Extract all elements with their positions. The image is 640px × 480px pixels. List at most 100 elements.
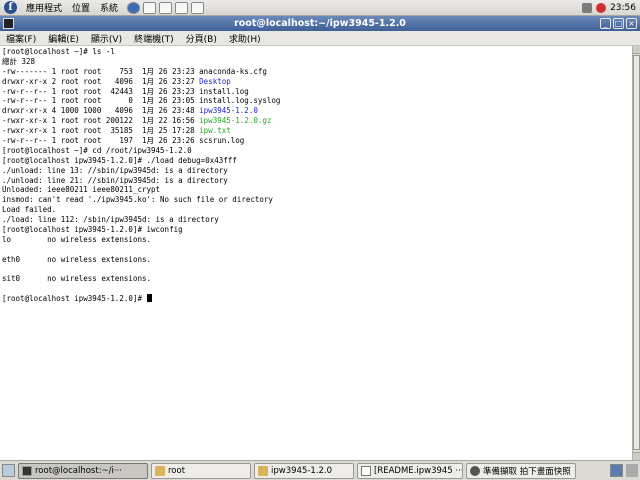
show-desktop-icon[interactable]	[2, 464, 15, 477]
terminal-line: ./load: line 112: /sbin/ipw3945d: is a d…	[2, 215, 630, 225]
terminal-line: -rw-r--r-- 1 root root 197 1月 26 23:26 s…	[2, 136, 630, 146]
maximize-button[interactable]: □	[613, 18, 624, 29]
terminal-file-name: ipw3945-1.2.0	[199, 106, 258, 116]
terminal-cursor	[146, 294, 152, 303]
terminal-line: [root@localhost ipw3945-1.2.0]# ./load d…	[2, 156, 630, 166]
terminal-line: [root@localhost ~]# ls -l	[2, 47, 630, 57]
close-button[interactable]: ×	[626, 18, 637, 29]
terminal-line: -rw-r--r-- 1 root root 42443 1月 26 23:23…	[2, 87, 630, 97]
update-notifier-icon[interactable]	[596, 2, 607, 13]
terminal-line-text: [root@localhost ipw3945-1.2.0]#	[2, 294, 147, 304]
taskbar-task-button[interactable]: [README.ipw3945 ···	[357, 462, 463, 479]
fedora-logo-icon[interactable]: f	[4, 1, 17, 14]
minimize-button[interactable]: _	[600, 18, 611, 29]
terminal-line: Load failed.	[2, 205, 630, 215]
scroll-up-arrow[interactable]	[633, 46, 640, 54]
terminal-output[interactable]: [root@localhost ~]# ls -l 總計 328 -rw------…	[0, 46, 632, 460]
terminal-icon	[22, 465, 32, 476]
terminal-line-text: sit0 no wireless extensions.	[2, 274, 152, 284]
window-title-bar[interactable]: root@localhost:~/ipw3945-1.2.0 _ □ ×	[0, 16, 640, 31]
taskbar-task-button[interactable]: root@localhost:~/i···	[18, 462, 148, 479]
terminal-line-text: [root@localhost ipw3945-1.2.0]# iwconfig	[2, 225, 183, 235]
terminal-line-text: -rwxr-xr-x 1 root root 35185 1月 25 17:28	[2, 126, 200, 136]
mail-launcher-icon[interactable]	[143, 1, 157, 14]
terminal-line-text: ./load: line 112: /sbin/ipw3945d: is a d…	[2, 215, 219, 225]
places-menu[interactable]: 位置	[67, 1, 95, 14]
taskbar-task-button[interactable]: ipw3945-1.2.0	[254, 462, 354, 479]
terminal-line-text: eth0 no wireless extensions.	[2, 254, 152, 264]
terminal-line: [root@localhost ipw3945-1.2.0]# iwconfig	[2, 225, 630, 235]
terminal-line-text: Unloaded: ieee80211 ieee80211_crypt	[2, 185, 161, 195]
terminal-line-text: [root@localhost ~]# ls -l	[2, 47, 115, 56]
terminal-line-text: -rwxr-xr-x 1 root root 200122 1月 22 16:5…	[2, 116, 200, 126]
terminal-line-text: Load failed.	[2, 205, 57, 215]
menu-view[interactable]: 顯示(V)	[85, 32, 128, 45]
taskbar-task-label: root	[168, 465, 186, 476]
trash-icon[interactable]	[626, 464, 638, 477]
terminal-line-text: -rw-r--r-- 1 root root 0 1月 26 23:05 ins…	[2, 96, 281, 106]
terminal-line: ./unload: line 21: //sbin/ipw3945d: is a…	[2, 176, 630, 186]
terminal-line-text: -rw------- 1 root root 753 1月 26 23:23 a…	[2, 66, 267, 76]
menu-tabs[interactable]: 分頁(B)	[180, 32, 223, 45]
terminal-line: eth0 no wireless extensions.	[2, 255, 630, 265]
terminal-line: lo no wireless extensions.	[2, 235, 630, 245]
clock[interactable]: 23:56	[610, 3, 636, 13]
terminal-line-text: -rw-r--r-- 1 root root 42443 1月 26 23:23…	[2, 86, 249, 96]
terminal-file-name: Desktop	[199, 76, 231, 86]
terminal-line-text: 總計 328	[2, 56, 36, 66]
terminal-line-text: insmod: can't read './ipw3945.ko': No su…	[2, 195, 273, 205]
taskbar-task-label: root@localhost:~/i···	[35, 465, 123, 476]
terminal-line: sit0 no wireless extensions.	[2, 274, 630, 284]
terminal-line-text: ./unload: line 21: //sbin/ipw3945d: is a…	[2, 175, 228, 185]
taskbar-task-button[interactable]: root	[151, 462, 251, 479]
folder-icon	[258, 465, 268, 476]
applications-menu[interactable]: 應用程式	[21, 1, 67, 14]
panel-tray: 23:56	[582, 2, 640, 13]
vertical-scrollbar[interactable]	[632, 46, 640, 460]
terminal-line: Unloaded: ieee80211 ieee80211_crypt	[2, 185, 630, 195]
presentation-launcher-icon[interactable]	[175, 1, 189, 14]
folder-icon	[155, 465, 165, 476]
system-menu[interactable]: 系統	[95, 1, 123, 14]
menu-terminal[interactable]: 終端機(T)	[128, 32, 180, 45]
terminal-line-text: lo no wireless extensions.	[2, 234, 152, 244]
terminal-line-text: [root@localhost ipw3945-1.2.0]# ./load d…	[2, 155, 237, 165]
spreadsheet-launcher-icon[interactable]	[191, 1, 205, 14]
terminal-line: 總計 328	[2, 57, 630, 67]
terminal-line: drwxr-xr-x 2 root root 4096 1月 26 23:27 …	[2, 77, 630, 87]
menu-help[interactable]: 求助(H)	[223, 32, 267, 45]
terminal-line-text: [root@localhost ~]# cd /root/ipw3945-1.2…	[2, 145, 192, 155]
taskbar-task-button[interactable]: 準備擷取 拍下畫面快照	[466, 462, 576, 479]
bottom-taskbar: root@localhost:~/i··· root ipw3945-1.2.0 [R…	[0, 460, 640, 480]
terminal-file-name: ipw3945-1.2.0.gz	[199, 116, 272, 126]
taskbar-task-label: ipw3945-1.2.0	[271, 465, 333, 476]
document-icon	[361, 465, 371, 476]
globe-launcher-icon[interactable]	[127, 1, 141, 14]
terminal-line: insmod: can't read './ipw3945.ko': No su…	[2, 195, 630, 205]
scrollbar-thumb[interactable]	[633, 55, 640, 450]
screenshot-icon	[470, 465, 480, 476]
workspace-switcher[interactable]	[610, 464, 623, 477]
speaker-icon[interactable]	[582, 2, 593, 13]
terminal-menu-bar: 檔案(F) 編輯(E) 顯示(V) 終端機(T) 分頁(B) 求助(H)	[0, 31, 640, 46]
top-panel: f 應用程式 位置 系統 23:56	[0, 0, 640, 16]
terminal-line-text: ./unload: line 13: //sbin/ipw3945d: is a…	[2, 165, 228, 175]
terminal-line: -rw------- 1 root root 753 1月 26 23:23 a…	[2, 67, 630, 77]
menu-edit[interactable]: 編輯(E)	[42, 32, 85, 45]
taskbar-task-label: 準備擷取 拍下畫面快照	[483, 466, 571, 477]
editor-launcher-icon[interactable]	[159, 1, 173, 14]
terminal-line: -rwxr-xr-x 1 root root 35185 1月 25 17:28…	[2, 126, 630, 136]
scroll-down-arrow[interactable]	[633, 452, 640, 460]
terminal-line: -rw-r--r-- 1 root root 0 1月 26 23:05 ins…	[2, 96, 630, 106]
launcher-group	[127, 1, 205, 14]
terminal-line: drwxr-xr-x 4 1000 1000 4096 1月 26 23:48 …	[2, 106, 630, 116]
terminal-line-text: -rw-r--r-- 1 root root 197 1月 26 23:26 s…	[2, 136, 245, 146]
terminal-line: ./unload: line 13: //sbin/ipw3945d: is a…	[2, 166, 630, 176]
terminal-line: -rwxr-xr-x 1 root root 200122 1月 22 16:5…	[2, 116, 630, 126]
terminal-line-text: drwxr-xr-x 4 1000 1000 4096 1月 26 23:48	[2, 106, 200, 116]
menu-file[interactable]: 檔案(F)	[0, 32, 42, 45]
terminal-file-name: ipw.txt	[199, 126, 231, 136]
